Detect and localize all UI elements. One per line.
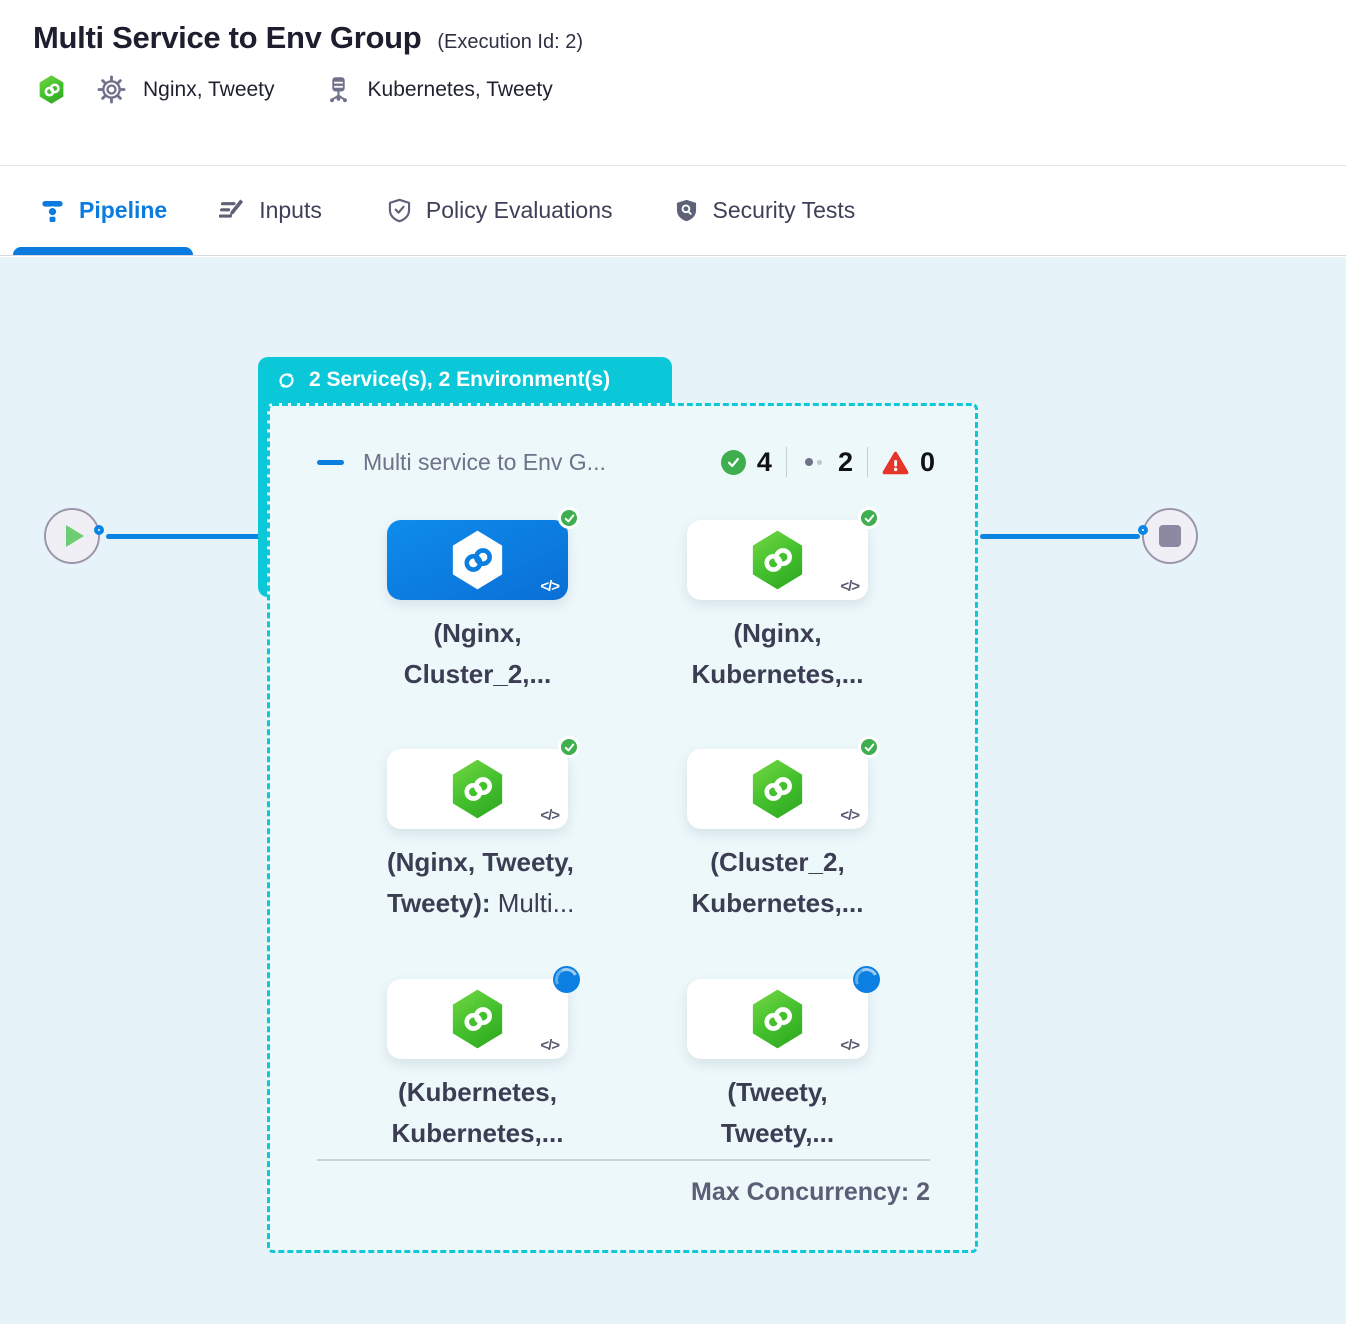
divider <box>786 447 787 477</box>
tab-pipeline-label: Pipeline <box>79 197 167 224</box>
stage-node-card[interactable]: </> <box>687 979 868 1059</box>
running-count-icon <box>801 458 827 466</box>
page-title: Multi Service to Env Group <box>33 20 421 56</box>
code-icon: </> <box>540 807 559 824</box>
harness-service-icon <box>450 759 506 819</box>
code-icon: </> <box>840 1037 859 1054</box>
code-icon: </> <box>540 1037 559 1054</box>
pipeline-end-node <box>1142 508 1198 564</box>
status-running-icon <box>853 966 880 993</box>
policy-evaluations-icon <box>386 197 413 224</box>
execution-tabs: Pipeline Inputs Policy Evaluations <box>0 166 1346 256</box>
harness-service-icon <box>750 989 806 1049</box>
matrix-node[interactable]: </> (Kubernetes, Kubernetes,... <box>387 979 568 1154</box>
collapse-stage-icon[interactable] <box>317 460 344 465</box>
matrix-node[interactable]: </> (Cluster_2, Kubernetes,... <box>687 749 868 924</box>
matrix-node[interactable]: </> (Nginx, Kubernetes,... <box>687 520 868 695</box>
connector-dot-left <box>94 525 104 535</box>
tab-security-tests[interactable]: Security Tests <box>647 166 882 255</box>
status-success-icon <box>558 507 580 529</box>
pipeline-meta-row: Nginx, Tweety Kubernetes, Tweety <box>38 74 1346 105</box>
stage-node-card[interactable]: </> <box>687 749 868 829</box>
matrix-node[interactable]: </> (Nginx, Tweety, Tweety): Multi... <box>387 749 568 924</box>
success-count-icon <box>721 450 746 475</box>
max-concurrency-label: Max Concurrency: 2 <box>317 1178 930 1207</box>
status-success-icon <box>858 507 880 529</box>
tab-inputs[interactable]: Inputs <box>193 166 348 255</box>
code-icon: </> <box>840 807 859 824</box>
harness-cd-icon <box>38 75 65 104</box>
matrix-node[interactable]: </> (Nginx, Cluster_2,... <box>387 520 568 695</box>
tab-policy-evaluations-label: Policy Evaluations <box>426 197 613 224</box>
stage-status-counts: 4 2 0 <box>721 447 935 478</box>
status-success-icon <box>858 736 880 758</box>
loop-icon <box>275 369 298 392</box>
stage-footer-divider <box>317 1159 930 1161</box>
stage-matrix-badge-label: 2 Service(s), 2 Environment(s) <box>309 368 610 392</box>
code-icon: </> <box>540 578 559 595</box>
matrix-node[interactable]: </> (Tweety, Tweety,... <box>687 979 868 1154</box>
connector-dot-right <box>1138 525 1148 535</box>
stage-node-card[interactable]: </> <box>387 520 568 600</box>
stage-box: Multi service to Env G... 4 2 0 <box>267 403 978 1253</box>
play-icon <box>66 525 84 547</box>
environments-icon <box>323 74 354 105</box>
success-count: 4 <box>757 447 772 478</box>
tab-inputs-label: Inputs <box>259 197 322 224</box>
node-label: (Tweety, Tweety,... <box>687 1072 868 1154</box>
title-row: Multi Service to Env Group (Execution Id… <box>0 0 1346 56</box>
running-count: 2 <box>838 447 853 478</box>
pipeline-canvas: 2 Service(s), 2 Environment(s) Multi ser… <box>0 257 1346 1324</box>
connector-line-right <box>980 534 1140 539</box>
stage-name[interactable]: Multi service to Env G... <box>363 449 606 476</box>
node-label: (Kubernetes, Kubernetes,... <box>387 1072 568 1154</box>
pipeline-start-node <box>44 508 100 564</box>
services-label: Nginx, Tweety <box>143 78 275 102</box>
status-running-icon <box>553 966 580 993</box>
failed-count: 0 <box>920 447 935 478</box>
stage-node-card[interactable]: </> <box>687 520 868 600</box>
failed-count-icon <box>882 450 909 475</box>
stage-node-card[interactable]: </> <box>387 749 568 829</box>
tab-security-tests-label: Security Tests <box>713 197 856 224</box>
execution-id: (Execution Id: 2) <box>437 31 583 54</box>
tab-policy-evaluations[interactable]: Policy Evaluations <box>360 166 639 255</box>
inputs-icon <box>219 197 246 224</box>
services-gear-icon <box>96 74 127 105</box>
code-icon: </> <box>840 578 859 595</box>
tab-pipeline[interactable]: Pipeline <box>13 166 193 255</box>
stop-icon <box>1159 525 1181 547</box>
connector-line-left <box>106 534 262 539</box>
divider <box>867 447 868 477</box>
node-label: (Cluster_2, Kubernetes,... <box>687 842 868 924</box>
node-label: (Nginx, Kubernetes,... <box>687 613 868 695</box>
stage-header: Multi service to Env G... 4 2 0 <box>317 444 935 480</box>
node-label: (Nginx, Cluster_2,... <box>387 613 568 695</box>
harness-service-icon <box>450 530 506 590</box>
harness-service-icon <box>750 530 806 590</box>
security-tests-icon <box>673 197 700 224</box>
node-label: (Nginx, Tweety, Tweety): Multi... <box>387 842 568 924</box>
harness-service-icon <box>750 759 806 819</box>
harness-service-icon <box>450 989 506 1049</box>
environments-label: Kubernetes, Tweety <box>368 78 553 102</box>
stage-node-card[interactable]: </> <box>387 979 568 1059</box>
status-success-icon <box>558 736 580 758</box>
pipeline-icon <box>39 197 66 224</box>
page-header: Multi Service to Env Group (Execution Id… <box>0 0 1346 166</box>
